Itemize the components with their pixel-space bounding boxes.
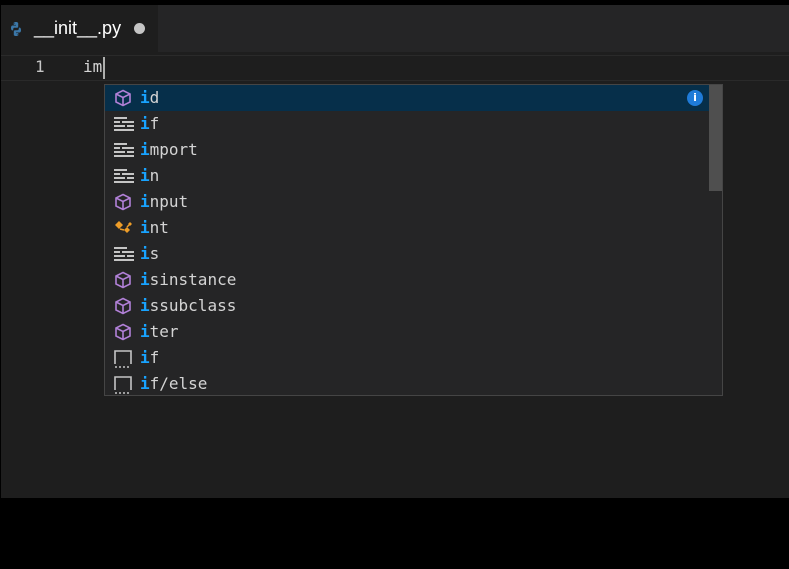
suggestion-list: id i if import in input int is isinstance issubcl… [105,85,709,395]
suggest-widget[interactable]: id i if import in input int is isinstance issubcl… [104,84,723,396]
suggestion-item[interactable]: input [105,189,709,215]
suggestion-item[interactable]: in [105,163,709,189]
match-highlight: i [140,88,150,107]
suggestion-rest: f/else [149,374,208,393]
suggestion-item[interactable]: if [105,111,709,137]
suggestion-rest: f [149,348,160,367]
tab-bar: __init__.py [1,5,789,52]
suggestion-item[interactable]: if [105,345,709,371]
match-highlight: i [140,192,150,211]
suggestion-label: isinstance [140,268,236,292]
suggestion-item[interactable]: if/else [105,371,709,395]
unsaved-dot-icon[interactable] [134,23,145,34]
match-highlight: i [140,114,150,133]
suggestion-item[interactable]: isinstance [105,267,709,293]
line-number: 1 [35,57,45,76]
match-highlight: i [140,218,150,237]
method-cube-icon [114,89,132,107]
match-highlight: i [140,166,150,185]
tab-init-py[interactable]: __init__.py [1,5,158,52]
suggestion-label: input [140,190,188,214]
suggestion-rest: sinstance [149,270,237,289]
keyword-icon [114,141,134,159]
match-highlight: i [140,374,150,393]
suggestion-label: is [140,242,159,266]
suggestion-rest: f [149,114,160,133]
suggestion-item[interactable]: id i [105,85,709,111]
match-highlight: i [140,296,150,315]
suggestion-rest: s [149,244,160,263]
info-icon[interactable]: i [687,90,703,106]
suggestion-label: in [140,164,159,188]
suggestion-rest: n [149,166,160,185]
snippet-icon [114,349,132,368]
suggestion-rest: nput [149,192,189,211]
suggestion-rest: ssubclass [149,296,237,315]
match-highlight: i [140,244,150,263]
keyword-icon [114,115,134,133]
suggestion-rest: nt [149,218,169,237]
current-line-highlight [1,55,789,81]
editor-window: __init__.py 1 im id i if import in input int is… [1,5,789,498]
suggestion-label: if [140,346,159,370]
suggestion-label: issubclass [140,294,236,318]
method-cube-icon [114,271,132,289]
match-highlight: i [140,140,150,159]
keyword-icon [114,167,134,185]
python-file-icon [8,21,24,37]
match-highlight: i [140,348,150,367]
suggestion-item[interactable]: iter [105,319,709,345]
code-line[interactable]: im [83,55,102,79]
suggestion-label: int [140,216,169,240]
suggestion-item[interactable]: int [105,215,709,241]
method-cube-icon [114,193,132,211]
match-highlight: i [140,270,150,289]
class-icon [114,219,132,237]
tab-title: __init__.py [34,18,122,38]
method-cube-icon [114,297,132,315]
method-cube-icon [114,323,132,341]
suggest-scrollbar-thumb[interactable] [709,85,722,191]
suggestion-item[interactable]: is [105,241,709,267]
suggestion-label: if [140,112,159,136]
suggestion-label: id [140,86,159,110]
suggestion-label: if/else [140,372,208,395]
suggestion-rest: mport [149,140,198,159]
snippet-icon [114,375,132,394]
match-highlight: i [140,322,150,341]
suggestion-label: iter [140,320,179,344]
keyword-icon [114,245,134,263]
suggestion-rest: ter [149,322,179,341]
suggestion-rest: d [149,88,160,107]
suggestion-item[interactable]: issubclass [105,293,709,319]
suggestion-label: import [140,138,198,162]
text-cursor [103,57,105,79]
suggestion-item[interactable]: import [105,137,709,163]
